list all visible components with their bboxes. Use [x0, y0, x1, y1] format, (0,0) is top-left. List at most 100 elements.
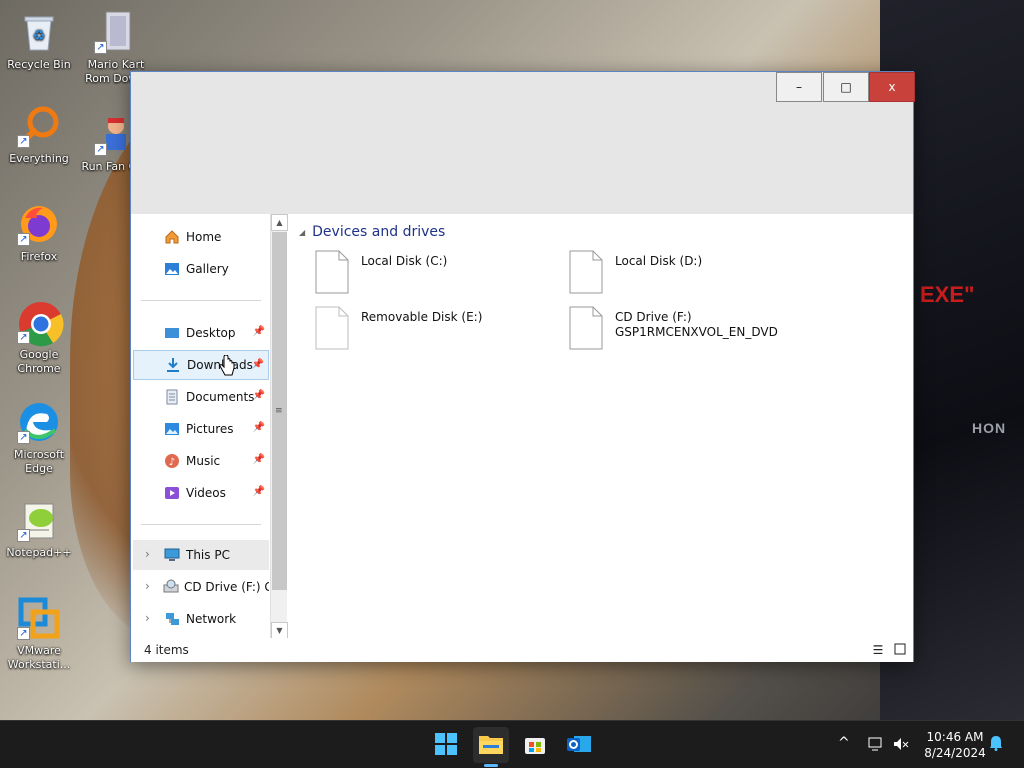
gallery-icon — [163, 260, 181, 278]
nav-item-cd-drive[interactable]: › CD Drive (F:) GS — [133, 572, 269, 602]
desktop-icon-notepadpp[interactable]: ↗ Notepad++ — [1, 498, 77, 560]
wallpaper-brand-text: HON — [972, 420, 1007, 436]
nav-scrollbar[interactable]: ▲ ≡ ▼ — [270, 214, 288, 639]
group-header-devices[interactable]: ◢ Devices and drives — [299, 224, 445, 240]
window-titlebar[interactable]: – □ x — [131, 72, 915, 214]
taskbar-outlook[interactable] — [561, 727, 597, 763]
nav-item-desktop[interactable]: Desktop 📌 — [133, 318, 269, 348]
desktop-icon-label: Everything — [9, 152, 69, 165]
hand-cursor-icon — [218, 354, 236, 380]
details-view-button[interactable]: ☰ — [871, 643, 885, 657]
content-pane: ◢ Devices and drives Local Disk (C:) Loc… — [291, 214, 911, 634]
nav-item-videos[interactable]: Videos 📌 — [133, 478, 269, 508]
nav-item-music[interactable]: ♪ Music 📌 — [133, 446, 269, 476]
nav-item-label: This PC — [186, 548, 230, 562]
network-status-icon — [868, 737, 884, 756]
nav-item-pictures[interactable]: Pictures 📌 — [133, 414, 269, 444]
maximize-icon: □ — [840, 80, 852, 94]
scroll-down-button[interactable]: ▼ — [271, 622, 288, 639]
navigation-pane: Home Gallery Desktop 📌 Downloads 📌 — [131, 214, 271, 634]
close-button[interactable]: x — [869, 72, 915, 102]
volume-muted-icon — [893, 738, 909, 756]
drive-file-icon — [569, 250, 603, 294]
chevron-right-icon[interactable]: › — [145, 547, 150, 561]
shortcut-arrow-icon: ↗ — [17, 529, 30, 542]
scroll-grip-icon: ≡ — [275, 406, 283, 416]
large-icons-view-button[interactable] — [893, 643, 907, 657]
nav-item-home[interactable]: Home — [133, 222, 269, 252]
close-icon: x — [888, 80, 896, 94]
start-button[interactable] — [428, 727, 464, 763]
desktop-icon-firefox[interactable]: ↗ Firefox — [1, 202, 77, 264]
nav-item-label: Documents — [186, 390, 255, 404]
status-bar: 4 items ☰ — [131, 638, 913, 662]
scroll-up-button[interactable]: ▲ — [271, 214, 288, 231]
shortcut-arrow-icon: ↗ — [17, 627, 30, 640]
shortcut-arrow-icon: ↗ — [94, 41, 107, 54]
shortcut-arrow-icon: ↗ — [17, 431, 30, 444]
download-icon — [164, 356, 182, 374]
taskbar-microsoft-store[interactable] — [517, 727, 553, 763]
nav-item-network[interactable]: › Network — [133, 604, 269, 634]
nav-item-label: Pictures — [186, 422, 234, 436]
desktop-icon-label: Microsoft Edge — [13, 448, 65, 475]
windows-logo-icon — [434, 732, 458, 759]
svg-text:♻: ♻ — [33, 28, 46, 44]
collapse-triangle-icon: ◢ — [299, 227, 306, 237]
chevron-right-icon[interactable]: › — [145, 611, 150, 625]
drive-item-c[interactable]: Local Disk (C:) — [315, 250, 565, 298]
network-status-button[interactable] — [868, 736, 884, 756]
chevron-right-icon[interactable]: › — [145, 579, 150, 593]
firefox-icon: ↗ — [17, 202, 61, 246]
pin-icon: 📌 — [252, 326, 265, 337]
music-icon: ♪ — [163, 452, 181, 470]
drive-item-d[interactable]: Local Disk (D:) — [569, 250, 819, 298]
drive-label: Local Disk (C:) — [361, 254, 448, 268]
cd-drive-icon — [163, 578, 179, 596]
minimize-icon: – — [796, 80, 802, 94]
show-hidden-icons-button[interactable]: ^ — [838, 735, 850, 751]
shortcut-arrow-icon: ↗ — [94, 143, 107, 156]
clock-date: 8/24/2024 — [924, 746, 986, 760]
drive-item-f[interactable]: CD Drive (F:) GSP1RMCENXVOL_EN_DVD — [569, 306, 819, 354]
file-shortcut-icon: ↗ — [94, 10, 138, 54]
desktop-icon-recycle-bin[interactable]: ♻ Recycle Bin — [1, 10, 77, 72]
documents-icon — [163, 388, 181, 406]
volume-button[interactable] — [893, 736, 909, 756]
nav-item-gallery[interactable]: Gallery — [133, 254, 269, 284]
drive-item-e[interactable]: Removable Disk (E:) — [315, 306, 565, 354]
nav-separator — [141, 300, 261, 301]
minimize-button[interactable]: – — [776, 72, 822, 102]
drive-label: Local Disk (D:) — [615, 254, 703, 268]
nav-item-label: Music — [186, 454, 221, 468]
nav-item-label: Desktop — [186, 326, 236, 340]
drive-label: CD Drive (F:) — [615, 310, 692, 324]
drive-file-icon — [315, 306, 349, 350]
vmware-icon: ↗ — [17, 596, 61, 640]
pin-icon: 📌 — [252, 390, 265, 401]
nav-item-this-pc[interactable]: › This PC — [133, 540, 269, 570]
edge-icon: ↗ — [17, 400, 61, 444]
taskbar-clock[interactable]: 10:46 AM 8/24/2024 — [922, 729, 988, 761]
taskbar: ^ 10:46 AM 8/24/2024 — [0, 720, 1024, 768]
nav-item-documents[interactable]: Documents 📌 — [133, 382, 269, 412]
notifications-button[interactable] — [989, 735, 1003, 755]
shortcut-arrow-icon: ↗ — [17, 331, 30, 344]
computer-icon — [163, 546, 181, 564]
videos-icon — [163, 484, 181, 502]
nav-item-downloads[interactable]: Downloads 📌 — [133, 350, 269, 380]
file-explorer-window: – □ x Home Gallery Desktop 📌 📌 Documents… — [130, 71, 915, 662]
desktop-icon-chrome[interactable]: ↗ Google Chrome — [1, 300, 77, 376]
nav-item-label: Home — [186, 230, 222, 244]
notepad-plus-plus-icon: ↗ — [17, 498, 61, 542]
details-view-icon: ☰ — [872, 643, 884, 657]
desktop-icon-everything[interactable]: ↗ Everything — [1, 104, 77, 166]
folder-icon — [478, 733, 504, 758]
desktop-icon-vmware[interactable]: ↗ VMware Workstati... — [1, 596, 77, 672]
desktop-icon-edge[interactable]: ↗ Microsoft Edge — [1, 400, 77, 476]
svg-text:♪: ♪ — [169, 457, 175, 468]
taskbar-file-explorer[interactable] — [473, 727, 509, 763]
shortcut-arrow-icon: ↗ — [17, 233, 30, 246]
maximize-button[interactable]: □ — [823, 72, 869, 102]
desktop-icon-label: Google Chrome — [17, 348, 61, 375]
